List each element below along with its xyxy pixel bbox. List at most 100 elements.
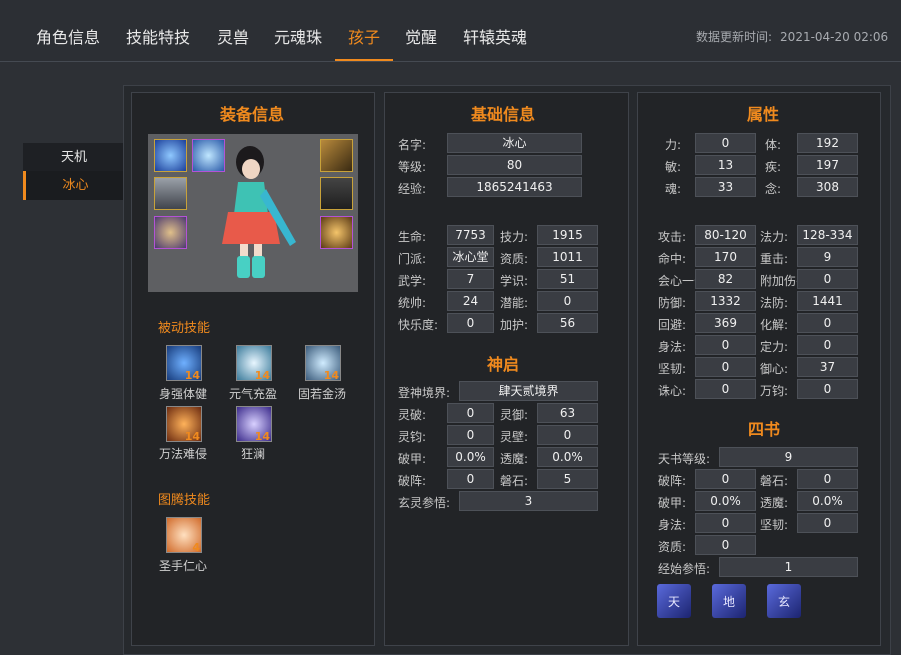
tab-skills[interactable]: 技能特技 [126,24,190,48]
stat-label: 魂: [665,182,682,196]
stat-label: 法力: [760,230,789,244]
stat-label: 加护: [500,318,529,332]
stat-value: 82 [695,269,756,289]
stat-label: 技力: [500,230,529,244]
dishu-book-icon[interactable]: 地 [712,584,746,618]
sishu-title: 四书 [748,420,781,439]
stat-label: 回避: [658,318,687,332]
stat-label: 灵钧: [398,430,427,444]
stat-value: 308 [797,177,858,197]
stat-label: 磐石: [500,474,529,488]
tab-spirit-beast[interactable]: 灵兽 [217,24,249,48]
stat-value: 0 [695,357,756,377]
book-glyph: 玄 [778,595,791,609]
stat-value: 0 [695,469,756,489]
stat-label: 门派: [398,252,427,266]
tab-soul-orb[interactable]: 元魂珠 [274,24,322,48]
skill-level: 14 [184,430,200,443]
skill-level: 14 [254,430,270,443]
stat-value: 0 [695,379,756,399]
xuanshu-book-icon[interactable]: 玄 [767,584,801,618]
realm-label: 登神境界: [398,386,451,400]
update-time-value: 2021-04-20 02:06 [780,30,889,44]
tab-child[interactable]: 孩子 [348,24,380,48]
stat-value: 56 [537,313,598,333]
skill-level: 4 [192,541,200,554]
stat-label: 破阵: [398,474,427,488]
basic-title: 基础信息 [471,105,536,124]
stat-label: 透魔: [760,496,789,510]
stat-value: 0.0% [447,447,494,467]
skill-level: 14 [184,369,200,382]
stat-value: 192 [797,133,858,153]
skill-name: 万法难侵 [158,447,207,461]
equip-slot-bracer[interactable] [320,139,353,172]
jingshi-value: 1 [719,557,858,577]
tianshu-book-icon[interactable]: 天 [657,584,691,618]
stat-value: 冰心堂 [447,247,494,267]
stat-value: 0 [797,269,858,289]
tab-hero-soul[interactable]: 轩辕英魂 [463,24,527,48]
stat-value: 0 [537,425,598,445]
equip-slot-armor[interactable] [154,177,187,210]
stat-label: 化解: [760,318,789,332]
stat-label: 潜能: [500,296,529,310]
passive-skill-icon[interactable]: 14 [166,406,202,443]
active-tab-indicator [335,59,393,61]
sidebar-item-bingxin[interactable]: 冰心 [23,171,125,200]
tianshu-label: 天书等级: [658,452,711,466]
equip-slot-ornament[interactable] [192,139,225,172]
exp-value: 1865241463 [447,177,582,197]
equip-slot-weapon[interactable] [154,139,187,172]
stat-value: 128-334 [797,225,858,245]
stat-label: 万钧: [760,384,789,398]
totem-skills-title: 图腾技能 [158,493,211,508]
stat-value: 13 [695,155,756,175]
passive-skill-icon[interactable]: 14 [166,345,202,382]
equip-slot-boots[interactable] [320,216,353,249]
stat-value: 0 [797,379,858,399]
stat-value: 0 [695,513,756,533]
tab-character-info[interactable]: 角色信息 [36,24,100,48]
jingshi-label: 经始参悟: [658,562,711,576]
stat-value: 0 [797,313,858,333]
stat-value: 0 [447,403,494,423]
passive-skill-icon[interactable]: 14 [305,345,341,382]
name-value: 冰心 [447,133,582,153]
stat-label: 诛心: [658,384,687,398]
skill-name: 圣手仁心 [158,559,207,573]
stat-label: 破阵: [658,474,687,488]
tianshu-value: 9 [719,447,858,467]
skill-level: 14 [323,369,339,382]
stat-label: 坚韧: [658,362,687,376]
stat-label: 力: [665,138,682,152]
attr-title: 属性 [747,105,780,124]
stat-label: 命中: [658,252,687,266]
equip-slot-pants[interactable] [320,177,353,210]
xuanling-value: 3 [459,491,598,511]
skill-name: 固若金汤 [297,387,346,401]
stat-label: 灵御: [500,408,529,422]
stat-value: 24 [447,291,494,311]
stat-value: 1915 [537,225,598,245]
sidebar-item-tianji[interactable]: 天机 [23,143,125,172]
level-value: 80 [447,155,582,175]
stat-label: 坚韧: [760,518,789,532]
equip-slot-belt[interactable] [154,216,187,249]
stat-label: 快乐度: [398,318,439,332]
stat-label: 武学: [398,274,427,288]
passive-skill-icon[interactable]: 14 [236,406,272,443]
stat-label: 灵破: [398,408,427,422]
equip-title: 装备信息 [220,105,285,124]
tab-awakening[interactable]: 觉醒 [405,24,437,48]
stat-label: 破甲: [398,452,427,466]
stat-label: 御心: [760,362,789,376]
passive-skill-icon[interactable]: 14 [236,345,272,382]
stat-value: 37 [797,357,858,377]
stat-label: 资质: [500,252,529,266]
passive-skills-title: 被动技能 [158,321,211,336]
stat-value: 1011 [537,247,598,267]
realm-value: 肆天贰境界 [459,381,598,401]
totem-skill-icon[interactable]: 4 [166,517,202,554]
stat-label: 重击: [760,252,789,266]
